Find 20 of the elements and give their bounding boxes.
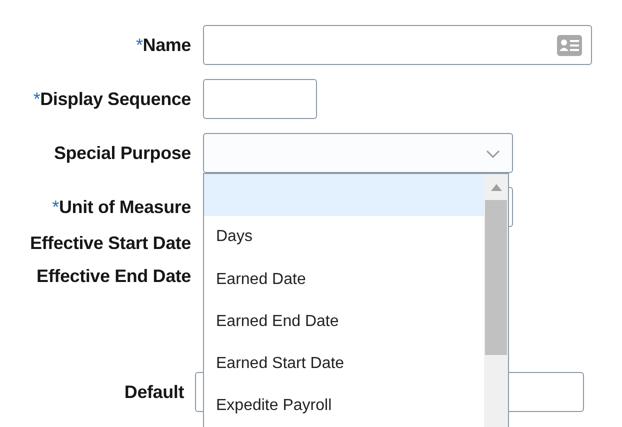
- scroll-up-icon[interactable]: [491, 184, 502, 191]
- dropdown-option[interactable]: Earned End Date: [204, 300, 484, 344]
- field-label: *Unit of Measure: [52, 196, 191, 218]
- dropdown-option[interactable]: Earned Date: [204, 258, 484, 301]
- sequence-input-field[interactable]: [203, 79, 317, 119]
- field-label: *Display Sequence: [33, 88, 191, 110]
- contact-card-icon[interactable]: [557, 35, 582, 56]
- field-label: *Name: [136, 34, 191, 56]
- field-label: Effective Start Date: [30, 233, 191, 254]
- dropdown-option[interactable]: Expedite Payroll: [204, 385, 484, 427]
- dropdown-option[interactable]: Earned Start Date: [204, 343, 484, 386]
- scrollbar[interactable]: [484, 174, 508, 427]
- special-purpose-dropdown[interactable]: [203, 133, 513, 173]
- scrollbar-thumb[interactable]: [485, 200, 507, 355]
- field-label: Default: [124, 382, 184, 402]
- field-label: Effective End Date: [36, 266, 191, 287]
- field-label: Special Purpose: [54, 142, 191, 164]
- name-input-field[interactable]: [203, 25, 592, 65]
- chevron-down-icon: [486, 150, 500, 158]
- dropdown-option[interactable]: Days: [204, 216, 484, 259]
